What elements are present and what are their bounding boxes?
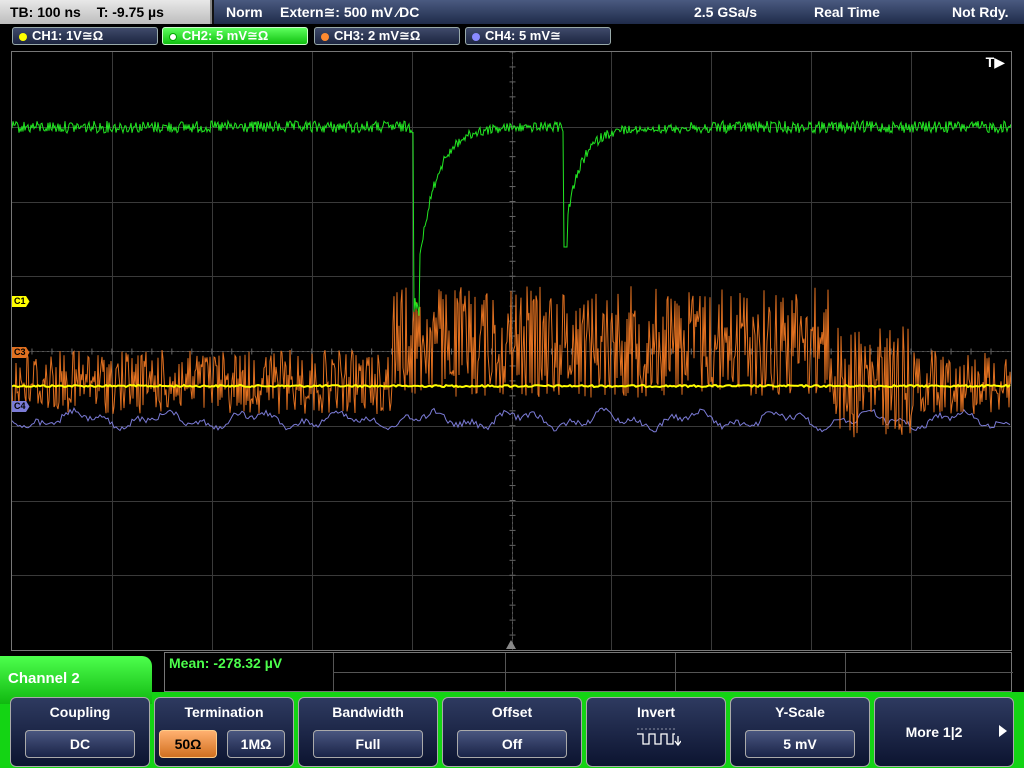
trigger-source: Extern≅: 500 mV ⁄DC <box>280 4 420 20</box>
coupling-softkey[interactable]: Coupling DC <box>10 697 150 767</box>
channel-3-color-icon <box>321 32 329 41</box>
channel-4-marker[interactable]: C4 <box>12 401 30 412</box>
bandwidth-value[interactable]: Full <box>313 730 423 758</box>
more-softkey[interactable]: More 1|2 <box>874 697 1014 767</box>
waveform-display[interactable]: T▶ <box>11 51 1012 651</box>
invert-softkey[interactable]: Invert <box>586 697 726 767</box>
coupling-title: Coupling <box>49 704 111 720</box>
channel-1-marker[interactable]: C1 <box>12 296 30 307</box>
waveform-canvas <box>12 52 1011 650</box>
trigger-status-panel[interactable]: Norm Extern≅: 500 mV ⁄DC 2.5 GSa/s Real … <box>214 0 1024 24</box>
trigger-mode: Norm <box>226 4 263 20</box>
channel-2-trace <box>12 119 1011 316</box>
invert-title: Invert <box>636 704 676 720</box>
channel-4-tab[interactable]: CH4: 5 mV≅ <box>465 27 611 45</box>
trigger-position-icon: T▶ <box>985 54 1005 70</box>
channel-2-label: CH2: 5 mV≅Ω <box>182 28 269 43</box>
termination-1mohm-option[interactable]: 1MΩ <box>227 730 285 758</box>
channel-3-label: CH3: 2 mV≅Ω <box>334 28 421 43</box>
coupling-value[interactable]: DC <box>25 730 135 758</box>
next-page-icon <box>999 725 1007 737</box>
sample-rate: 2.5 GSa/s <box>694 4 758 20</box>
termination-softkey[interactable]: Termination 50Ω 1MΩ <box>154 697 294 767</box>
channel-1-label: CH1: 1V≅Ω <box>32 28 104 43</box>
termination-50ohm-option[interactable]: 50Ω <box>159 730 217 758</box>
yscale-softkey[interactable]: Y-Scale 5 mV <box>730 697 870 767</box>
timebase-panel[interactable]: TB: 100 ns T: -9.75 µs <box>0 0 212 24</box>
measurement-panel: Mean: -278.32 µV <box>164 652 1013 692</box>
channel-1-tab[interactable]: CH1: 1V≅Ω <box>12 27 158 45</box>
termination-title: Termination <box>184 704 264 720</box>
invert-waveform-icon <box>637 728 681 747</box>
yscale-value[interactable]: 5 mV <box>745 730 855 758</box>
bandwidth-title: Bandwidth <box>332 704 404 720</box>
timebase-value: TB: 100 ns <box>10 4 81 20</box>
offset-title: Offset <box>491 704 533 720</box>
ready-state: Not Rdy. <box>952 4 1009 20</box>
bandwidth-softkey[interactable]: Bandwidth Full <box>298 697 438 767</box>
channel-1-color-icon <box>19 32 27 41</box>
trigger-time-marker-icon[interactable] <box>506 640 516 649</box>
channel-4-trace <box>12 407 1011 433</box>
channel-4-color-icon <box>472 32 480 41</box>
channel-3-marker[interactable]: C3 <box>12 347 30 358</box>
status-bar: TB: 100 ns T: -9.75 µs Norm Extern≅: 500… <box>0 0 1024 24</box>
channel-4-label: CH4: 5 mV≅ <box>485 28 561 43</box>
more-label: More 1|2 <box>905 724 963 740</box>
yscale-title: Y-Scale <box>775 704 825 720</box>
channel-2-color-icon <box>169 32 177 41</box>
channel-2-tab[interactable]: CH2: 5 mV≅Ω <box>162 27 308 45</box>
mean-measurement: Mean: -278.32 µV <box>169 655 283 671</box>
menu-title: Channel 2 <box>8 670 80 687</box>
trigger-time-value: T: -9.75 µs <box>96 4 164 20</box>
acquisition-mode: Real Time <box>814 4 880 20</box>
offset-value[interactable]: Off <box>457 730 567 758</box>
offset-softkey[interactable]: Offset Off <box>442 697 582 767</box>
channel-3-tab[interactable]: CH3: 2 mV≅Ω <box>314 27 460 45</box>
